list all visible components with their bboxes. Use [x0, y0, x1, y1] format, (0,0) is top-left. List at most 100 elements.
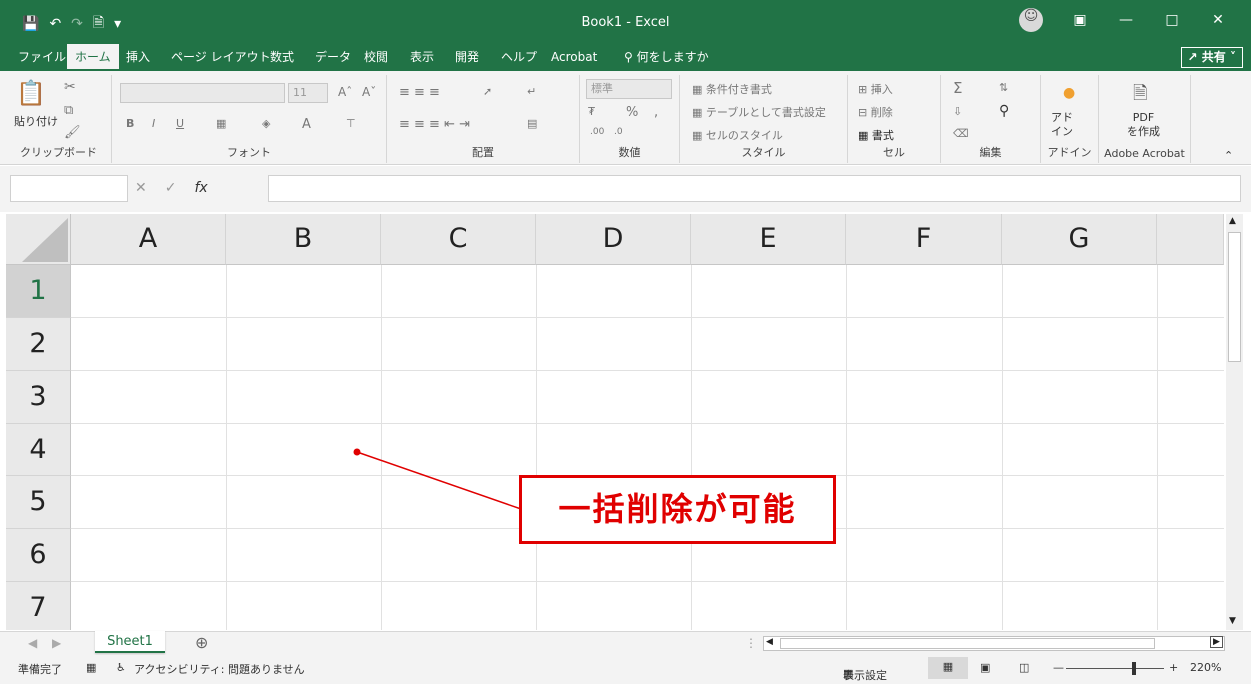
- decrease-decimal-icon[interactable]: .0: [614, 127, 623, 137]
- tab-acrobat[interactable]: Acrobat: [543, 44, 605, 71]
- cell-styles-button[interactable]: ▦ セルのスタイル: [692, 127, 783, 143]
- comma-icon[interactable]: ,: [654, 105, 658, 120]
- percent-icon[interactable]: %: [626, 105, 638, 120]
- macro-record-icon[interactable]: ▦: [86, 661, 96, 674]
- borders-icon[interactable]: ▦: [216, 117, 226, 130]
- underline-icon[interactable]: U: [176, 117, 184, 130]
- tab-insert[interactable]: 挿入: [118, 44, 158, 71]
- accessibility-status[interactable]: アクセシビリティ: 問題ありません: [134, 661, 305, 677]
- clear-icon[interactable]: ⌫: [953, 127, 969, 140]
- insert-function-icon[interactable]: fx: [194, 180, 207, 196]
- fill-color-icon[interactable]: ◈: [262, 117, 270, 130]
- autosum-icon[interactable]: Σ: [953, 79, 962, 97]
- scroll-left-icon[interactable]: ◀: [766, 637, 773, 647]
- insert-icon: ⊞: [858, 83, 871, 96]
- split-handle-icon[interactable]: ⋮: [745, 636, 757, 650]
- tab-review[interactable]: 校閲: [356, 44, 396, 71]
- styles-group: ▦ 条件付き書式 ▦ テーブルとして書式設定 ▦ セルのスタイル スタイル: [680, 75, 848, 163]
- font-size-select[interactable]: 11: [288, 83, 328, 103]
- increase-decimal-icon[interactable]: .00: [590, 127, 604, 137]
- share-button[interactable]: ↗ 共有 ˅: [1180, 47, 1243, 68]
- addins-icon[interactable]: ●: [1063, 85, 1075, 101]
- formula-input[interactable]: [268, 175, 1241, 202]
- tab-view[interactable]: 表示: [402, 44, 442, 71]
- paste-icon[interactable]: 📋: [16, 79, 46, 107]
- italic-icon[interactable]: I: [152, 117, 155, 130]
- zoom-out-icon[interactable]: —: [1053, 661, 1064, 674]
- zoom-slider-thumb[interactable]: [1132, 662, 1136, 675]
- collapse-ribbon-icon[interactable]: ⌃: [1224, 149, 1233, 162]
- normal-view-icon[interactable]: ▦: [928, 657, 968, 679]
- sort-filter-icon[interactable]: ⇅: [999, 81, 1008, 94]
- tab-file[interactable]: ファイル: [10, 44, 74, 71]
- page-layout-view-icon[interactable]: ▣: [980, 661, 990, 674]
- scroll-up-icon[interactable]: ▲: [1229, 216, 1236, 226]
- align-left-icon[interactable]: ≡ ≡ ≡ ⇤ ⇥: [399, 117, 470, 132]
- tab-developer[interactable]: 開発: [447, 44, 487, 71]
- sheet-tab-sheet1[interactable]: Sheet1: [95, 631, 165, 653]
- paste-button[interactable]: 貼り付け: [14, 113, 58, 129]
- delete-cells-button[interactable]: ⊟ 削除: [858, 104, 893, 120]
- tab-home[interactable]: ホーム: [67, 44, 119, 71]
- tab-formulas[interactable]: 数式: [262, 44, 302, 71]
- shrink-font-icon[interactable]: Aˇ: [362, 85, 376, 99]
- accessibility-icon[interactable]: ♿: [116, 661, 126, 674]
- account-avatar-icon[interactable]: ☺: [1019, 8, 1043, 32]
- add-sheet-icon[interactable]: ⊕: [195, 633, 208, 652]
- tab-data[interactable]: データ: [307, 44, 359, 71]
- font-name-select[interactable]: [120, 83, 285, 103]
- horizontal-scrollbar[interactable]: ◀: [763, 636, 1225, 651]
- cells-group: ⊞ 挿入 ⊟ 削除 ▦ 書式 セル: [848, 75, 941, 163]
- align-top-icon[interactable]: ≡ ≡ ≡: [399, 85, 440, 100]
- tell-me-search[interactable]: ⚲ 何をしますか: [616, 44, 717, 71]
- vertical-scroll-thumb[interactable]: [1228, 232, 1241, 362]
- cut-icon[interactable]: ✂: [64, 79, 76, 95]
- copy-icon[interactable]: ⧉: [64, 103, 73, 118]
- status-bar: 準備完了 ▦ ♿ アクセシビリティ: 問題ありません ▦ 表示設定 ▦ ▣ ◫ —…: [0, 655, 1251, 684]
- cell-gridlines[interactable]: [6, 214, 1224, 630]
- merge-center-icon[interactable]: ▤: [527, 117, 537, 130]
- name-box[interactable]: [10, 175, 128, 202]
- zoom-level[interactable]: 220%: [1190, 661, 1221, 674]
- phonetic-icon[interactable]: ⊤: [346, 117, 356, 130]
- grow-font-icon[interactable]: Aˆ: [338, 85, 352, 99]
- zoom-in-icon[interactable]: +: [1169, 661, 1178, 674]
- horizontal-scroll-thumb[interactable]: [780, 638, 1155, 649]
- minimize-icon[interactable]: —: [1103, 12, 1149, 28]
- fill-icon[interactable]: ⇩: [953, 105, 962, 118]
- conditional-format-label: 条件付き書式: [705, 83, 772, 96]
- editing-group: Σ ⇅ ⇩ ⚲ ⌫ 編集: [941, 75, 1041, 163]
- ribbon: 📋 貼り付け ✂ ⧉ 🖌 クリップボード 11 Aˆ Aˇ B I U ▦ ◈ …: [0, 71, 1251, 165]
- acrobat-group: 🗎 PDF を作成 Adobe Acrobat: [1099, 75, 1191, 163]
- prev-sheet-icon[interactable]: ◀: [28, 636, 37, 650]
- create-pdf-button[interactable]: PDF を作成: [1127, 111, 1160, 139]
- format-as-table-button[interactable]: ▦ テーブルとして書式設定: [692, 104, 826, 120]
- number-label: 数値: [618, 146, 641, 159]
- scroll-right-icon[interactable]: ▶: [1210, 636, 1223, 648]
- vertical-scrollbar[interactable]: ▲ ▼: [1226, 214, 1243, 630]
- ribbon-display-icon[interactable]: ▣: [1057, 12, 1103, 28]
- number-format-select[interactable]: 標準: [586, 79, 672, 99]
- page-break-view-icon[interactable]: ◫: [1019, 661, 1029, 674]
- font-color-icon[interactable]: A: [302, 117, 311, 132]
- close-icon[interactable]: ✕: [1195, 12, 1241, 28]
- bold-icon[interactable]: B: [126, 117, 134, 130]
- conditional-format-button[interactable]: ▦ 条件付き書式: [692, 81, 772, 97]
- currency-icon[interactable]: ₮: [588, 105, 595, 118]
- addins-button[interactable]: アド イン: [1051, 111, 1073, 139]
- next-sheet-icon[interactable]: ▶: [52, 636, 61, 650]
- scroll-down-icon[interactable]: ▼: [1229, 616, 1236, 626]
- zoom-slider[interactable]: [1066, 668, 1164, 669]
- enter-icon[interactable]: ✓: [165, 180, 177, 196]
- orientation-icon[interactable]: ➚: [483, 85, 492, 98]
- cancel-icon[interactable]: ✕: [135, 180, 147, 196]
- pdf-icon[interactable]: 🗎: [1133, 81, 1147, 111]
- insert-cells-button[interactable]: ⊞ 挿入: [858, 81, 893, 97]
- format-painter-icon[interactable]: 🖌: [64, 125, 81, 140]
- tab-help[interactable]: ヘルプ: [493, 44, 545, 71]
- lightbulb-icon: ⚲: [624, 50, 633, 64]
- wrap-text-icon[interactable]: ↵: [527, 85, 536, 98]
- find-select-icon[interactable]: ⚲: [999, 103, 1009, 119]
- format-cells-button[interactable]: ▦ 書式: [858, 127, 894, 143]
- maximize-icon[interactable]: □: [1149, 12, 1195, 28]
